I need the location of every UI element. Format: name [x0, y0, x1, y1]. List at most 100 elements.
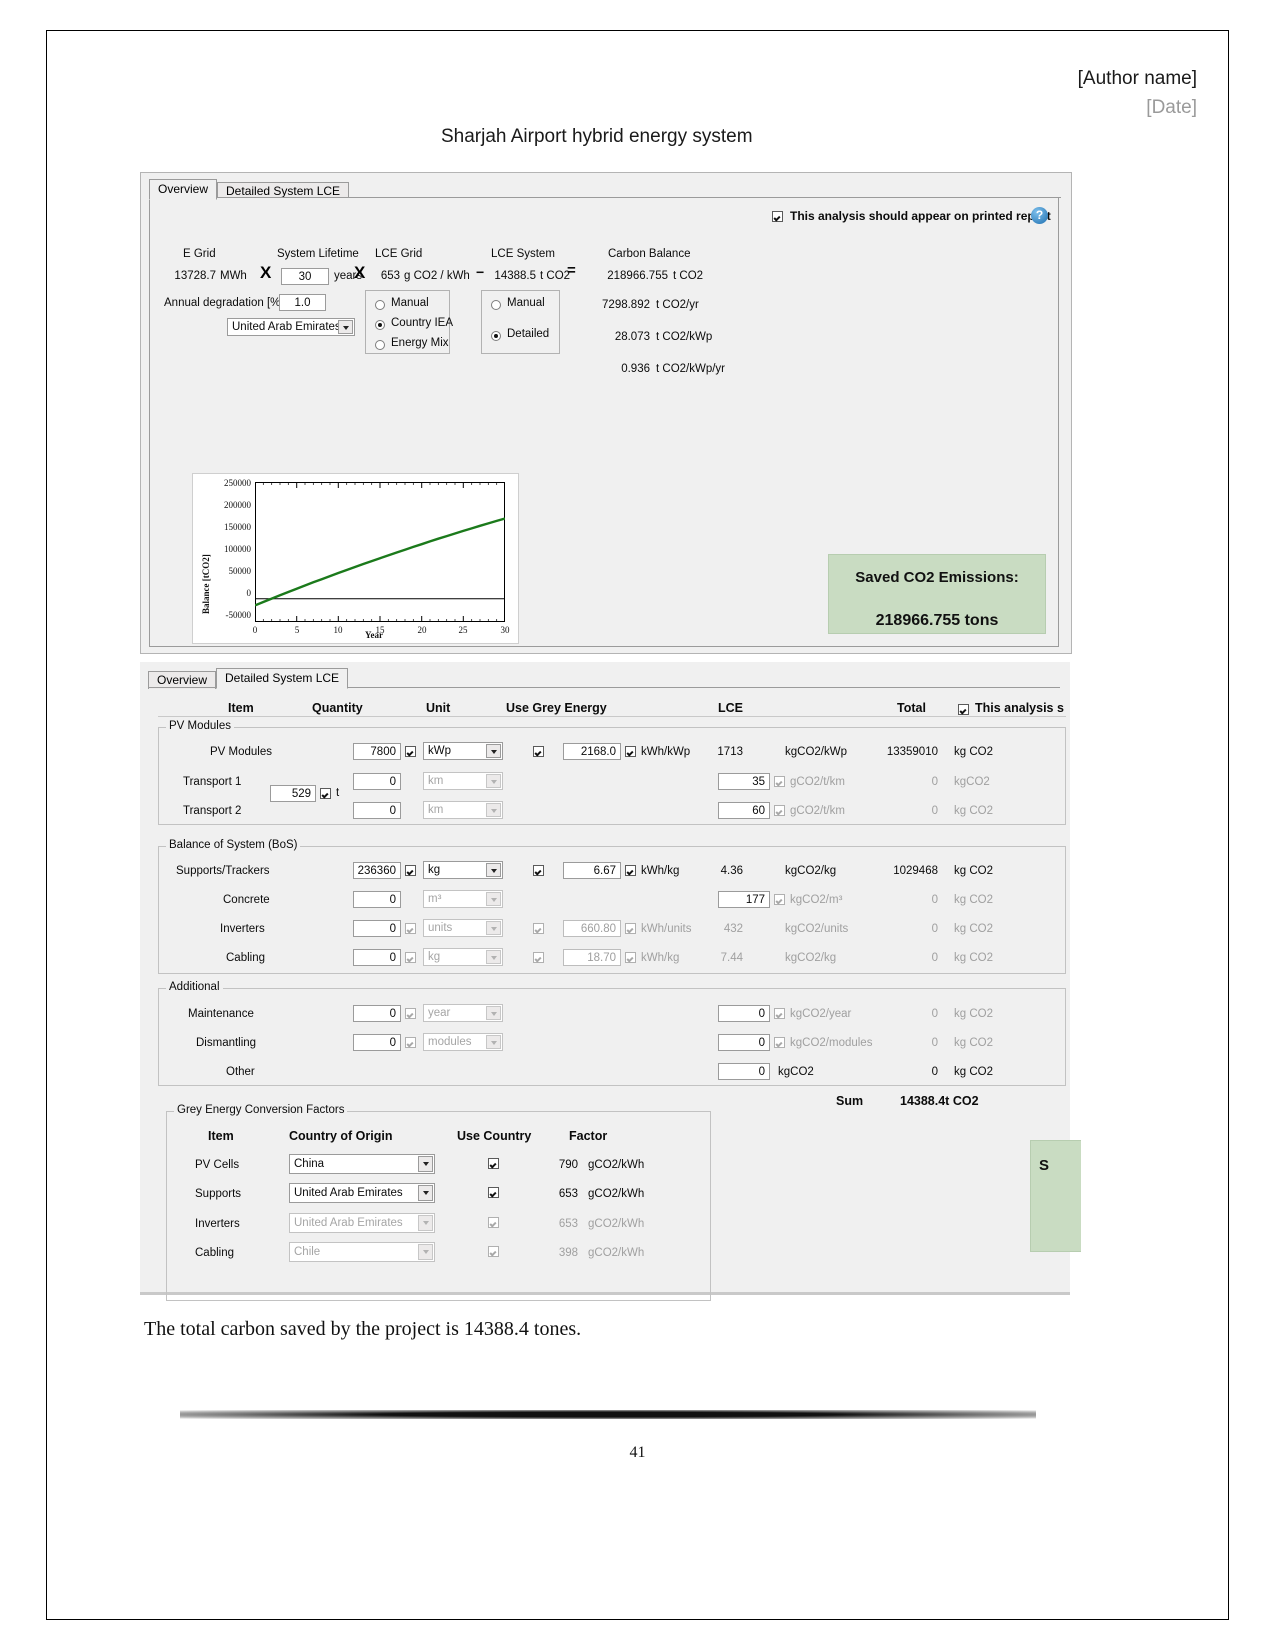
qty-checkbox-pv-modules[interactable]	[405, 746, 416, 757]
chevron-down-icon[interactable]	[486, 1035, 501, 1049]
lce-input-transport-2[interactable]: 60	[718, 802, 770, 819]
grey-factor-unit-pv-cells: gCO2/kWh	[588, 1159, 645, 1171]
grey-input-supports-trackers[interactable]: 6.67	[563, 862, 621, 879]
qty-input-maintenance[interactable]: 0	[353, 1005, 401, 1022]
help-icon[interactable]: ?	[1031, 207, 1048, 224]
qty-input-transport-2[interactable]: 0	[353, 802, 401, 819]
detail-tabstrip[interactable]: Overview Detailed System LCE	[148, 668, 349, 689]
transport-tonnage-input[interactable]: 529	[270, 785, 316, 802]
print-report-checkbox[interactable]	[772, 211, 783, 222]
qty-input-supports-trackers[interactable]: 236360	[353, 862, 401, 879]
total-value-dismantling: 0	[931, 1037, 938, 1049]
chevron-down-icon[interactable]	[486, 863, 501, 877]
lce-checkbox-transport-2[interactable]	[774, 805, 785, 816]
grey-input-pv-modules[interactable]: 2168.0	[563, 743, 621, 760]
grey-use-checkbox-inverters[interactable]	[488, 1217, 499, 1228]
group-pv-modules-title: PV Modules	[166, 720, 235, 732]
grey-input-cabling[interactable]: 18.70	[563, 949, 621, 966]
transport-tonnage-checkbox[interactable]	[320, 788, 331, 799]
radio-lce-grid-energy-mix[interactable]	[375, 340, 385, 350]
qty-input-transport-1[interactable]: 0	[353, 773, 401, 790]
print-report-label: This analysis should appear on printed r…	[790, 209, 1051, 223]
chevron-down-icon[interactable]	[486, 892, 501, 906]
lce-checkbox-concrete[interactable]	[774, 894, 785, 905]
group-balance-of-system-title: Balance of System (BoS)	[166, 839, 301, 851]
lce-input-transport-1[interactable]: 35	[718, 773, 770, 790]
grey-country-select-supports[interactable]: United Arab Emirates	[289, 1183, 435, 1203]
grey-checkbox-pv-modules[interactable]	[533, 746, 544, 757]
detail-tab-detailed-system-lce[interactable]: Detailed System LCE	[216, 668, 349, 689]
unit-select-dismantling[interactable]: modules	[423, 1033, 503, 1051]
lce-input-dismantling[interactable]: 0	[718, 1034, 770, 1051]
grey-country-select-pv-cells[interactable]: China	[289, 1154, 435, 1174]
carbon-balance-label: Carbon Balance	[608, 248, 691, 260]
lce-input-maintenance[interactable]: 0	[718, 1005, 770, 1022]
grey-unit-checkbox-supports-trackers[interactable]	[625, 865, 636, 876]
unit-select-concrete[interactable]: m³	[423, 890, 503, 908]
chevron-down-icon[interactable]	[486, 950, 501, 964]
overview-tabstrip[interactable]: Overview Detailed System LCE	[149, 179, 350, 200]
unit-select-supports-trackers[interactable]: kg	[423, 861, 503, 879]
qty-input-inverters[interactable]: 0	[353, 920, 401, 937]
radio-lce-grid-manual[interactable]	[375, 300, 385, 310]
lce-input-other[interactable]: 0	[718, 1063, 770, 1080]
chevron-down-icon[interactable]	[418, 1215, 433, 1231]
row-label-supports-trackers: Supports/Trackers	[176, 865, 270, 877]
unit-select-cabling[interactable]: kg	[423, 948, 503, 966]
system-lifetime-input[interactable]: 30	[281, 268, 329, 285]
country-select[interactable]: United Arab Emirates	[227, 318, 355, 336]
grey-use-checkbox-supports[interactable]	[488, 1187, 499, 1198]
grey-unit-checkbox-pv-modules[interactable]	[625, 746, 636, 757]
radio-lce-system-manual[interactable]	[491, 300, 501, 310]
qty-input-dismantling[interactable]: 0	[353, 1034, 401, 1051]
col-header-total: Total	[897, 701, 926, 715]
grey-country-select-inverters[interactable]: United Arab Emirates	[289, 1213, 435, 1233]
chevron-down-icon[interactable]	[486, 744, 501, 758]
unit-select-inverters[interactable]: units	[423, 919, 503, 937]
qty-input-cabling[interactable]: 0	[353, 949, 401, 966]
chevron-down-icon[interactable]	[338, 320, 353, 334]
lce-input-concrete[interactable]: 177	[718, 891, 770, 908]
grey-use-checkbox-pv-cells[interactable]	[488, 1158, 499, 1169]
detail-saved-co2-box-partial: S	[1030, 1140, 1081, 1252]
sum-label: Sum	[836, 1094, 864, 1108]
lce-checkbox-transport-1[interactable]	[774, 776, 785, 787]
total-value-cabling: 0	[931, 952, 938, 964]
qty-input-pv-modules[interactable]: 7800	[353, 743, 401, 760]
grey-unit-checkbox-cabling[interactable]	[625, 952, 636, 963]
detail-print-report-checkbox[interactable]	[958, 704, 969, 715]
grey-checkbox-inverters[interactable]	[533, 923, 544, 934]
qty-checkbox-inverters[interactable]	[405, 923, 416, 934]
grey-checkbox-supports-trackers[interactable]	[533, 865, 544, 876]
qty-input-concrete[interactable]: 0	[353, 891, 401, 908]
chevron-down-icon[interactable]	[418, 1244, 433, 1260]
grey-unit-checkbox-inverters[interactable]	[625, 923, 636, 934]
lce-grid-value: 653	[380, 270, 400, 282]
radio-lce-system-detailed[interactable]	[491, 331, 501, 341]
grey-country-select-cabling[interactable]: Chile	[289, 1242, 435, 1262]
qty-checkbox-supports-trackers[interactable]	[405, 865, 416, 876]
chevron-down-icon[interactable]	[486, 803, 501, 817]
lce-checkbox-dismantling[interactable]	[774, 1037, 785, 1048]
chevron-down-icon[interactable]	[418, 1156, 433, 1172]
unit-select-maintenance[interactable]: year	[423, 1004, 503, 1022]
unit-select-transport-1[interactable]: km	[423, 772, 503, 790]
chevron-down-icon[interactable]	[486, 774, 501, 788]
lce-checkbox-maintenance[interactable]	[774, 1008, 785, 1019]
qty-checkbox-cabling[interactable]	[405, 952, 416, 963]
chevron-down-icon[interactable]	[486, 1006, 501, 1020]
unit-select-transport-2[interactable]: km	[423, 801, 503, 819]
tab-overview[interactable]: Overview	[149, 179, 218, 200]
chevron-down-icon[interactable]	[486, 921, 501, 935]
annual-degradation-input[interactable]: 1.0	[279, 294, 326, 311]
radio-lce-grid-country-iea[interactable]	[375, 320, 385, 330]
grey-use-checkbox-cabling[interactable]	[488, 1246, 499, 1257]
qty-checkbox-maintenance[interactable]	[405, 1008, 416, 1019]
unit-select-pv-modules[interactable]: kWp	[423, 742, 503, 760]
grey-input-inverters[interactable]: 660.80	[563, 920, 621, 937]
chart-ytick-150000: 150000	[224, 522, 251, 532]
grey-checkbox-cabling[interactable]	[533, 952, 544, 963]
unit-select-maintenance-value: year	[428, 1007, 451, 1019]
chevron-down-icon[interactable]	[418, 1185, 433, 1201]
qty-checkbox-dismantling[interactable]	[405, 1037, 416, 1048]
